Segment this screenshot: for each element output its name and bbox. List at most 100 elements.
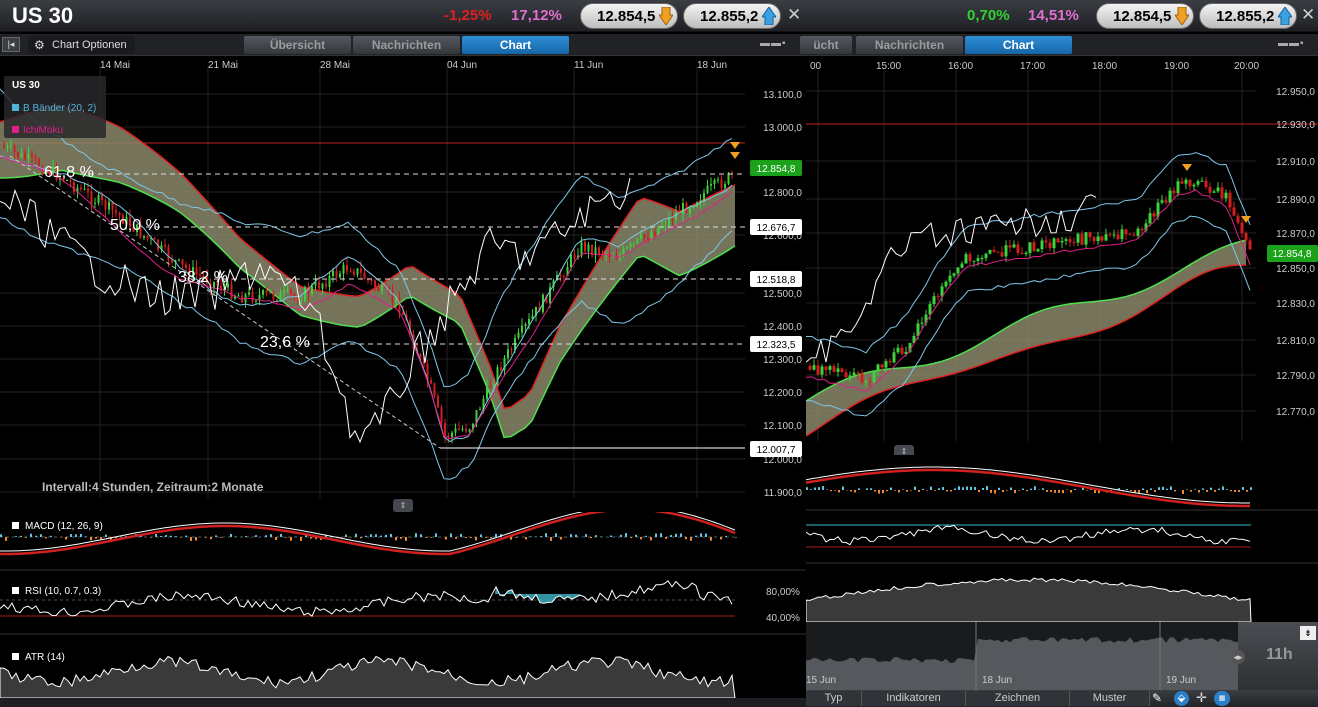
macd-histogram-bar	[595, 535, 597, 537]
macd-histogram-bar	[5, 537, 7, 541]
candle-body	[840, 368, 844, 373]
ask-price-button[interactable]: 12.855,2	[683, 3, 781, 29]
tab-news[interactable]: Nachrichten	[353, 36, 460, 54]
window-controls[interactable]: ▬▬▪	[760, 38, 787, 49]
candle-body	[1104, 234, 1108, 241]
candle-body	[710, 183, 712, 186]
y-axis-tick-label: 12.400,0	[763, 322, 802, 333]
candle-body	[370, 279, 373, 281]
macd-histogram-bar	[966, 486, 968, 490]
y-axis-tick-label: 12.500,0	[763, 289, 802, 300]
candle-body	[1128, 234, 1132, 236]
legend-item-ichimoku[interactable]: IchiMoku	[12, 125, 63, 136]
candle-body	[451, 432, 453, 438]
right-tab-news[interactable]: Nachrichten	[856, 36, 963, 54]
legend-item-bollinger[interactable]: B Bänder (20, 2)	[12, 103, 96, 114]
right-tab-bar: ücht Nachrichten Chart ▬▬▪	[800, 34, 1318, 56]
candle-body	[1100, 236, 1104, 241]
candle-body	[328, 275, 331, 287]
candle-body	[377, 286, 380, 292]
macd-histogram-bar	[685, 537, 687, 540]
chart-options-button[interactable]: ⚙ Chart Optionen	[28, 36, 135, 54]
tab-chart[interactable]: Chart	[462, 36, 569, 54]
candle-body	[824, 366, 828, 370]
macd-label[interactable]: MACD (12, 26, 9)	[12, 521, 103, 532]
candle-body	[146, 235, 149, 239]
left-indicator-panes[interactable]	[0, 512, 806, 698]
right-window-controls[interactable]: ▬▬▪	[1278, 38, 1305, 49]
candle-body	[633, 243, 635, 245]
tab-indicators[interactable]: Indikatoren	[862, 691, 966, 706]
bid-price-button[interactable]: 12.854,5	[580, 3, 678, 29]
right-ask-price-button[interactable]: 12.855,2	[1199, 3, 1297, 29]
price-tag-label: 12.518,8	[757, 275, 796, 286]
candle-body	[612, 256, 614, 258]
macd-histogram-bar	[170, 535, 172, 537]
candle-body	[724, 183, 726, 189]
close-icon[interactable]: ✕	[787, 5, 801, 25]
right-close-icon[interactable]: ✕	[1301, 5, 1315, 25]
tab-drawing[interactable]: Zeichnen	[966, 691, 1070, 706]
candle-body	[968, 254, 972, 262]
candle-body	[1236, 215, 1240, 223]
zoom-drag-icon[interactable]: ◂▸	[1231, 650, 1245, 664]
scroll-end-icon[interactable]: ⇟	[1300, 626, 1316, 640]
cursor-icon[interactable]: ⬙	[1174, 691, 1189, 706]
right-bid-price-button[interactable]: 12.854,5	[1096, 3, 1194, 29]
candle-body	[720, 179, 723, 189]
right-price-chart[interactable]: 00 15:00 16:00 17:00 18:00 19:00 20:00 12.950,…	[806, 56, 1318, 441]
right-tab-overview[interactable]: ücht	[800, 36, 852, 54]
pin-icon[interactable]: |◂	[2, 37, 20, 52]
macd-histogram-bar	[1026, 490, 1028, 492]
macd-histogram-bar	[1198, 490, 1200, 493]
candle-body	[1184, 179, 1188, 184]
candle-body	[844, 372, 848, 378]
candle-body	[73, 181, 75, 192]
macd-histogram-bar	[630, 537, 632, 539]
rsi-label[interactable]: RSI (10, 0.7, 0.3)	[12, 586, 101, 597]
macd-histogram-bar	[1006, 490, 1008, 491]
candle-body	[479, 409, 481, 411]
candle-body	[1020, 252, 1024, 255]
candle-body	[1048, 242, 1052, 249]
tab-overview[interactable]: Übersicht	[244, 36, 351, 54]
candle-body	[1248, 240, 1252, 250]
macd-histogram-bar	[205, 537, 207, 538]
left-price-chart[interactable]: 61,8 % 50,0 % 38,2 % 23,6 % 14 Mai 21 Mai 28 …	[0, 56, 806, 498]
macd-histogram-bar	[190, 537, 192, 541]
candle-body	[1012, 244, 1016, 248]
candle-body	[1140, 228, 1144, 231]
atr-label-text: ATR (14)	[25, 652, 65, 663]
right-tab-chart[interactable]: Chart	[965, 36, 1072, 54]
macd-histogram-bar	[160, 536, 162, 537]
grid-icon[interactable]: ▦	[1214, 691, 1230, 706]
candle-body	[640, 234, 642, 239]
candle-body	[948, 275, 952, 282]
macd-histogram-bar	[610, 535, 612, 537]
candle-body	[3, 146, 5, 148]
macd-histogram-bar	[1030, 488, 1032, 490]
candle-body	[118, 212, 121, 216]
tab-patterns[interactable]: Muster	[1070, 691, 1150, 706]
candle-body	[143, 235, 145, 238]
candle-body	[290, 289, 292, 294]
atr-label[interactable]: ATR (14)	[12, 652, 65, 663]
right-indicator-panes[interactable]	[806, 455, 1318, 622]
right-quote-header: 0,70% 14,51% 12.854,5 12.855,2 ✕	[806, 0, 1318, 32]
macd-histogram-bar	[1222, 486, 1224, 490]
candle-body	[1240, 222, 1244, 234]
pane-splitter-icon[interactable]: ⇕	[393, 499, 413, 512]
macd-histogram-bar	[430, 537, 432, 538]
macd-histogram-bar	[180, 537, 182, 538]
tab-type[interactable]: Typ	[806, 691, 862, 706]
pencil-icon[interactable]: ✎	[1152, 691, 1162, 705]
candle-body	[167, 246, 170, 260]
macd-histogram-bar	[620, 534, 622, 537]
candle-body	[293, 293, 296, 296]
chart-options-label: Chart Optionen	[52, 39, 127, 51]
macd-histogram-bar	[1050, 490, 1052, 492]
x-axis-time-label: 18:00	[1092, 61, 1117, 72]
crosshair-icon[interactable]: ✛	[1196, 690, 1207, 706]
candle-body	[706, 185, 709, 194]
change-percent: 17,12%	[511, 7, 562, 24]
